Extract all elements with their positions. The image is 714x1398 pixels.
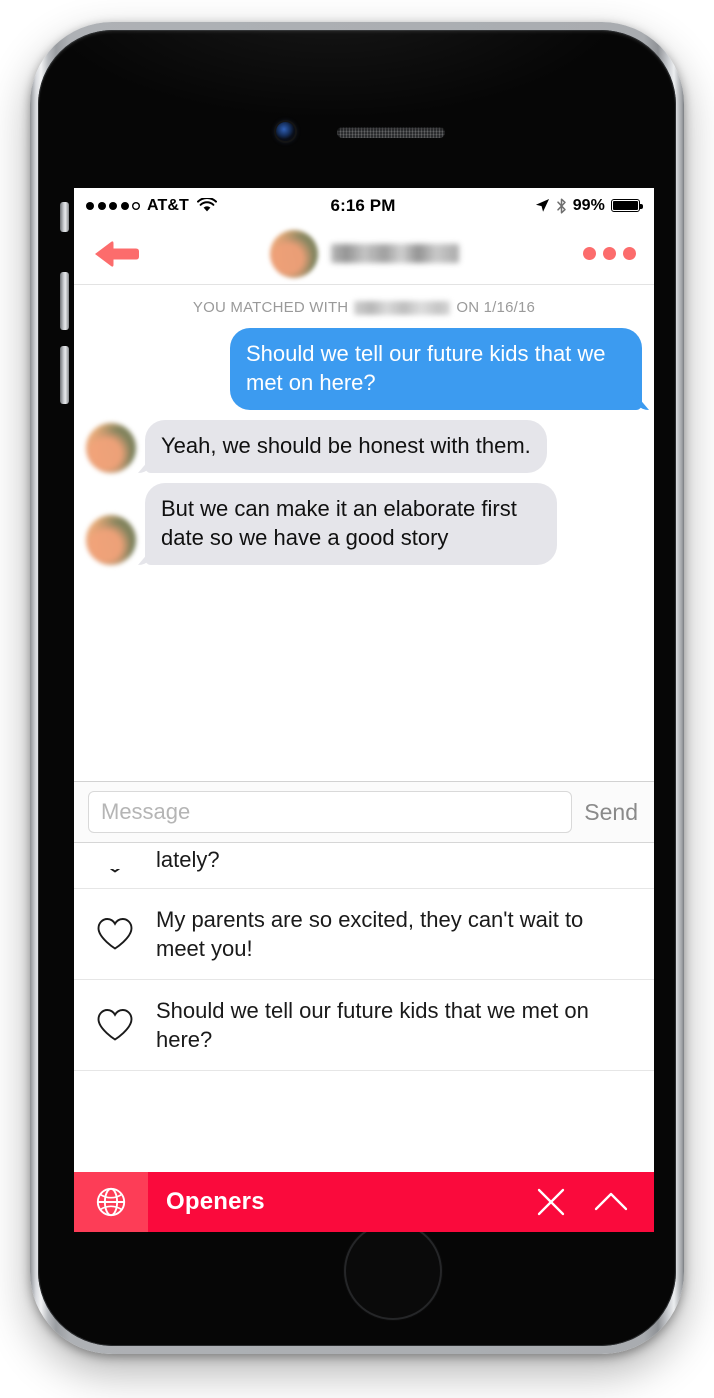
carrier-label: AT&T	[147, 196, 189, 214]
phone-frame: AT&T 6:16 PM 99% YOU MATCHED WITH ON 1/1…	[30, 22, 684, 1354]
front-camera-icon	[276, 122, 295, 141]
phone-body: AT&T 6:16 PM 99% YOU MATCHED WITH ON 1/1…	[38, 30, 676, 1346]
more-dot	[583, 247, 596, 260]
message-bubble-outgoing[interactable]: Should we tell our future kids that we m…	[230, 328, 642, 410]
more-dot	[603, 247, 616, 260]
nav-title-group	[74, 229, 654, 278]
opener-list-item[interactable]: lately?	[74, 843, 654, 889]
more-dot	[623, 247, 636, 260]
more-options-button[interactable]	[583, 247, 636, 260]
compose-bar: Send	[74, 781, 654, 843]
openers-bar-actions	[534, 1185, 654, 1219]
globe-icon	[96, 1187, 126, 1217]
chat-message-row: Should we tell our future kids that we m…	[74, 328, 654, 410]
close-icon	[537, 1188, 565, 1216]
matched-prefix-label: YOU MATCHED WITH	[192, 299, 349, 316]
nav-bar	[74, 223, 654, 285]
opener-text: Should we tell our future kids that we m…	[156, 998, 589, 1052]
status-bar-right: 99%	[395, 196, 644, 215]
signal-strength-icon	[86, 201, 140, 210]
chat-message-list[interactable]: YOU MATCHED WITH ON 1/16/16 Should we te…	[74, 285, 654, 781]
send-button[interactable]: Send	[584, 799, 640, 826]
opener-text: lately?	[156, 847, 220, 872]
collapse-button[interactable]	[594, 1185, 628, 1219]
match-name-redacted	[330, 244, 459, 263]
avatar	[86, 515, 136, 565]
opener-list-item[interactable]: My parents are so excited, they can't wa…	[74, 889, 654, 980]
phone-screen: AT&T 6:16 PM 99% YOU MATCHED WITH ON 1/1…	[74, 188, 654, 1232]
chevron-up-icon	[594, 1192, 628, 1211]
avatar	[269, 229, 318, 278]
openers-bar-title: Openers	[166, 1188, 265, 1215]
message-bubble-incoming[interactable]: But we can make it an elaborate first da…	[145, 483, 557, 565]
wifi-icon	[196, 198, 217, 213]
heart-icon[interactable]	[96, 1008, 134, 1042]
matched-name-redacted	[354, 300, 451, 315]
matched-banner: YOU MATCHED WITH ON 1/16/16	[74, 285, 654, 328]
bluetooth-icon	[556, 197, 567, 214]
mute-switch-button[interactable]	[60, 202, 69, 232]
openers-bottom-bar: Openers	[74, 1172, 654, 1232]
battery-percent-label: 99%	[572, 196, 606, 214]
avatar	[86, 423, 136, 473]
openers-list[interactable]: lately? My parents are so excited, they …	[74, 843, 654, 1071]
battery-icon	[611, 199, 644, 212]
close-button[interactable]	[534, 1185, 568, 1219]
earpiece-speaker	[337, 127, 445, 138]
heart-icon[interactable]	[96, 869, 134, 874]
back-arrow-icon	[95, 240, 139, 267]
opener-list-item[interactable]: Should we tell our future kids that we m…	[74, 980, 654, 1071]
message-input[interactable]	[88, 791, 573, 833]
heart-icon[interactable]	[96, 917, 134, 951]
matched-suffix-label: ON 1/16/16	[456, 299, 536, 316]
chat-message-row: Yeah, we should be honest with them.	[74, 420, 654, 473]
clock-label: 6:16 PM	[330, 195, 396, 215]
chat-message-row: But we can make it an elaborate first da…	[74, 483, 654, 565]
message-bubble-incoming[interactable]: Yeah, we should be honest with them.	[145, 420, 547, 473]
home-button[interactable]	[344, 1222, 442, 1320]
globe-button[interactable]	[74, 1172, 148, 1232]
status-bar-left: AT&T	[86, 197, 331, 215]
back-button[interactable]	[92, 237, 146, 271]
status-bar: AT&T 6:16 PM 99%	[74, 188, 654, 223]
location-arrow-icon	[535, 198, 550, 213]
volume-down-button[interactable]	[60, 346, 69, 404]
opener-text: My parents are so excited, they can't wa…	[156, 907, 584, 961]
volume-up-button[interactable]	[60, 272, 69, 330]
